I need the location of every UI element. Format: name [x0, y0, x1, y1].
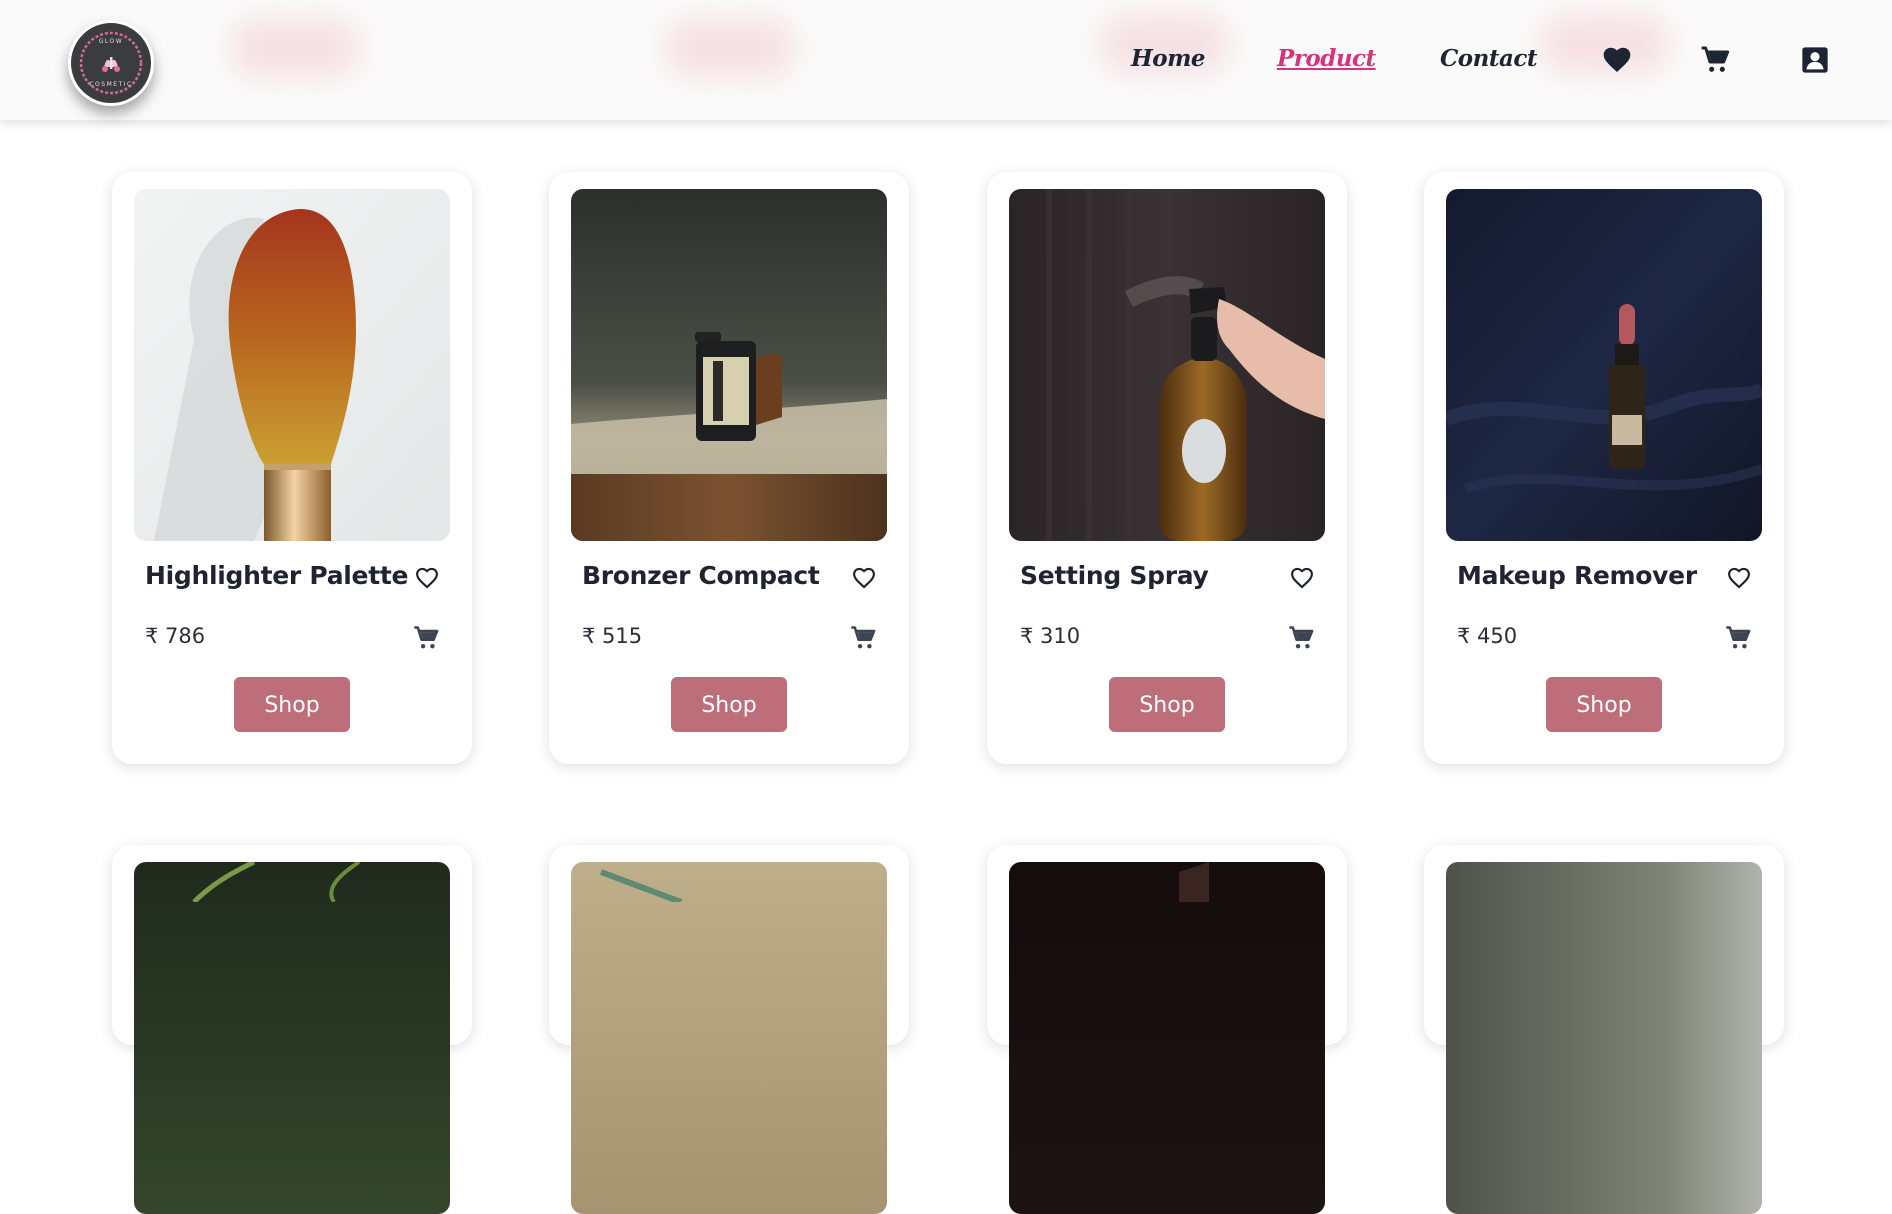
makeup-brush-image[interactable] — [134, 189, 450, 541]
product-image[interactable] — [1446, 862, 1762, 1214]
spray-bottle-image[interactable] — [1009, 189, 1325, 541]
product-card[interactable]: Bronzer Compact ₹ 515 Shop — [549, 172, 909, 764]
product-card[interactable]: Highlighter Palette ₹ 786 Shop — [112, 172, 472, 764]
site-header: GLOW COSMETIC Home Product Contact — [0, 0, 1892, 120]
product-card[interactable]: Setting Spray ₹ 310 Shop — [987, 172, 1347, 764]
product-card[interactable] — [112, 845, 472, 1214]
dropper-bottle-image[interactable] — [1446, 189, 1762, 541]
logo-text-bottom: COSMETIC — [89, 81, 133, 88]
product-price: ₹ 450 — [1457, 624, 1518, 648]
product-name[interactable]: Setting Spray — [1020, 561, 1209, 590]
product-price: ₹ 515 — [582, 624, 643, 648]
heart-outline-icon[interactable] — [1289, 565, 1315, 591]
film-canister-image[interactable] — [571, 189, 887, 541]
product-card[interactable]: Makeup Remover ₹ 450 Shop — [1424, 172, 1784, 764]
logo-text-top: GLOW — [98, 38, 124, 45]
nav-contact-link[interactable]: Contact — [1440, 42, 1538, 76]
add-to-cart-icon[interactable] — [1287, 624, 1315, 652]
cart-icon[interactable] — [1699, 44, 1731, 76]
product-image[interactable] — [1009, 862, 1325, 1214]
logo-emblem — [79, 31, 143, 95]
add-to-cart-icon[interactable] — [849, 624, 877, 652]
product-image[interactable] — [571, 862, 887, 1214]
product-image[interactable] — [134, 862, 450, 1214]
product-card[interactable] — [549, 845, 909, 1214]
product-card[interactable] — [987, 845, 1347, 1214]
product-price: ₹ 786 — [145, 624, 206, 648]
add-to-cart-icon[interactable] — [1724, 624, 1752, 652]
product-name[interactable]: Highlighter Palette — [145, 561, 408, 590]
product-name[interactable]: Bronzer Compact — [582, 561, 820, 590]
user-profile-icon[interactable] — [1799, 44, 1831, 76]
header-decor — [665, 18, 795, 78]
product-name[interactable]: Makeup Remover — [1457, 561, 1697, 590]
nav-home-link[interactable]: Home — [1131, 42, 1206, 76]
product-price: ₹ 310 — [1020, 624, 1081, 648]
shop-button[interactable]: Shop — [1109, 677, 1225, 732]
nav-product-link[interactable]: Product — [1277, 42, 1376, 76]
heart-outline-icon[interactable] — [851, 565, 877, 591]
product-card[interactable] — [1424, 845, 1784, 1214]
shop-button[interactable]: Shop — [234, 677, 350, 732]
header-decor — [230, 18, 360, 78]
heart-outline-icon[interactable] — [414, 565, 440, 591]
shop-button[interactable]: Shop — [1546, 677, 1662, 732]
add-to-cart-icon[interactable] — [412, 624, 440, 652]
brand-logo[interactable]: GLOW COSMETIC — [68, 20, 154, 106]
heart-outline-icon[interactable] — [1726, 565, 1752, 591]
shop-button[interactable]: Shop — [671, 677, 787, 732]
heart-icon[interactable] — [1601, 44, 1633, 76]
